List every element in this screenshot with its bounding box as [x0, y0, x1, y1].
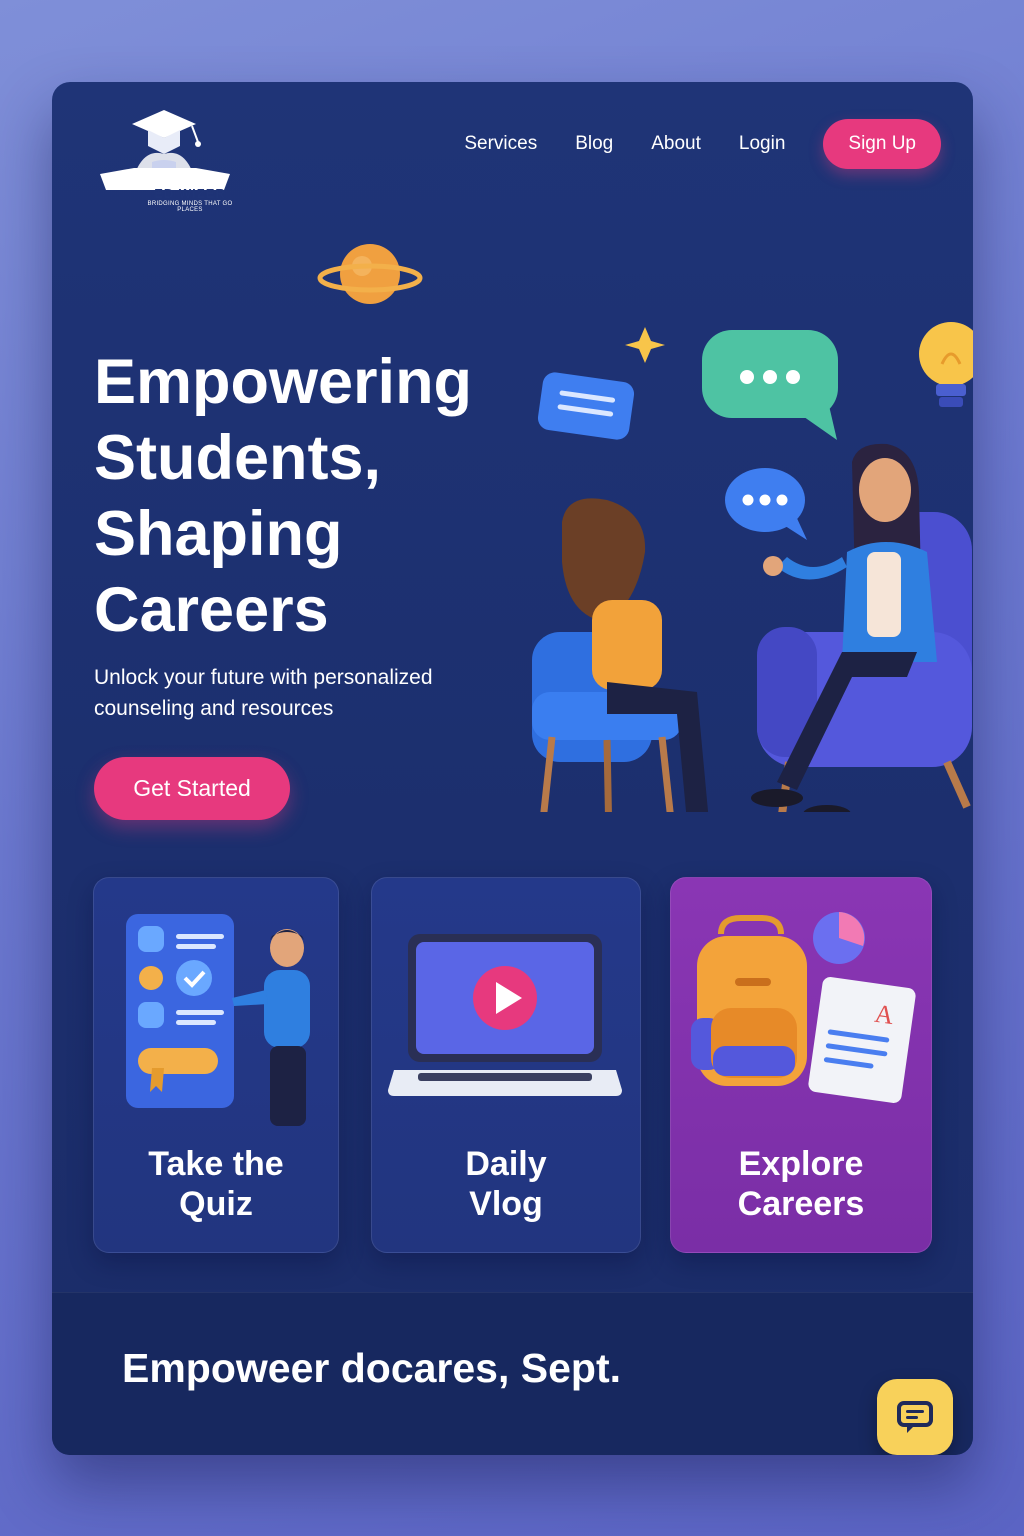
backpack-resume-icon: A	[691, 912, 916, 1103]
speech-bubble-icon	[702, 330, 838, 440]
chat-button[interactable]	[877, 1379, 953, 1455]
feature-label-vlog: Daily Vlog	[372, 1144, 640, 1224]
feature-label-line: Careers	[737, 1185, 865, 1223]
chat-bubble-icon	[897, 1401, 933, 1433]
feature-card-quiz[interactable]: Take the Quiz	[93, 877, 339, 1253]
signup-button[interactable]: Sign Up	[823, 119, 941, 169]
nav-link-login[interactable]: Login	[739, 133, 786, 155]
planet-icon	[317, 244, 423, 304]
brand-name: ED WIZER	[154, 186, 226, 201]
nav-link-services[interactable]: Services	[464, 133, 537, 155]
brand-tagline: BRIDGING MINDS THAT GO PLACES	[147, 201, 233, 213]
footer-strip: Empoweer docares, Sept.	[52, 1292, 973, 1455]
feature-label-line: Quiz	[179, 1185, 253, 1223]
top-nav: Services Blog About Login Sign Up	[464, 119, 941, 169]
footer-text: Empoweer docares, Sept.	[122, 1345, 622, 1391]
counseling-illustration	[317, 244, 973, 812]
graduation-cap-icon	[100, 110, 230, 190]
laptop-play-icon	[388, 934, 622, 1096]
brand-logo[interactable]: ED WIZER BRIDGING MINDS THAT GO PLACES	[92, 102, 237, 213]
feature-label-careers: Explore Careers	[671, 1144, 931, 1224]
main-card: ED WIZER BRIDGING MINDS THAT GO PLACES S…	[52, 82, 973, 1455]
feature-label-quiz: Take the Quiz	[94, 1144, 338, 1224]
nav-link-blog[interactable]: Blog	[575, 133, 613, 155]
sparkle-icon	[625, 327, 665, 363]
feature-label-line: Daily	[465, 1145, 547, 1183]
feature-label-line: Take the	[148, 1145, 284, 1183]
lightbulb-icon	[919, 322, 973, 407]
quiz-board-icon	[126, 914, 310, 1126]
feature-card-vlog[interactable]: Daily Vlog	[371, 877, 641, 1253]
chat-dots-icon	[725, 468, 807, 540]
message-card-icon	[537, 372, 635, 440]
nav-link-about[interactable]: About	[651, 133, 701, 155]
feature-label-line: Vlog	[469, 1185, 543, 1223]
feature-card-careers[interactable]: A Explore Careers	[670, 877, 932, 1253]
feature-label-line: Explore	[738, 1145, 864, 1183]
get-started-button[interactable]: Get Started	[94, 757, 290, 820]
